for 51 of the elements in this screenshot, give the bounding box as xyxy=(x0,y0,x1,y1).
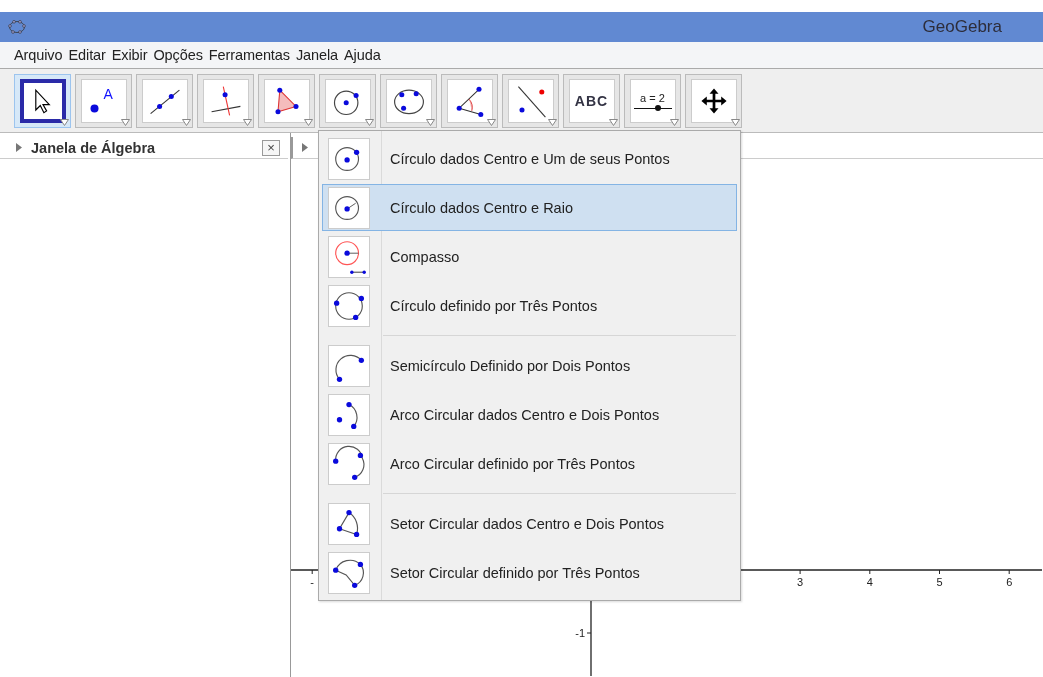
menu-item[interactable]: Editar xyxy=(68,47,106,63)
menu-item[interactable]: Semicírculo Definido por Dois Pontos xyxy=(322,342,737,389)
tool-button[interactable]: A xyxy=(75,73,132,128)
expand-icon[interactable] xyxy=(16,143,22,152)
axis-label: - xyxy=(310,576,315,588)
menu-item[interactable]: Janela xyxy=(295,47,339,63)
dropdown-triangle-icon xyxy=(60,118,69,126)
tool-button[interactable] xyxy=(685,73,742,128)
dropdown-triangle-icon xyxy=(487,118,496,126)
point-label: A xyxy=(103,85,113,102)
menu-item[interactable]: Arco Circular dados Centro e Dois Pontos xyxy=(322,391,737,438)
menu-item[interactable]: Setor Circular dados Centro e Dois Pontos xyxy=(322,500,737,547)
window-title: GeoGebra xyxy=(922,17,1003,37)
menu-item[interactable]: Setor Circular definido por Três Pontos xyxy=(322,549,737,596)
app-logo-icon xyxy=(8,20,26,34)
dropdown-triangle-icon xyxy=(548,118,557,126)
axis-label: 3 xyxy=(797,576,804,588)
menu-item[interactable]: Círculo definido por Três Pontos xyxy=(322,282,737,329)
tool-button[interactable] xyxy=(441,73,498,128)
dropdown-triangle-icon xyxy=(670,118,679,126)
menu-item[interactable]: Ferramentas xyxy=(208,47,290,63)
arc-icon xyxy=(330,444,368,483)
menu-item[interactable]: Círculo dados Centro e Um de seus Pontos xyxy=(322,135,737,182)
tool-button[interactable] xyxy=(14,73,71,128)
dropdown-triangle-icon xyxy=(731,118,740,126)
dropdown-triangle-icon xyxy=(426,118,435,126)
dropdown-triangle-icon xyxy=(121,118,130,126)
dropdown-triangle-icon xyxy=(609,118,618,126)
axis-label: 4 xyxy=(866,576,873,588)
tool-button[interactable] xyxy=(380,73,437,128)
panel-title: Janela de Álgebra xyxy=(31,139,157,156)
menu-item[interactable]: Arquivo xyxy=(14,47,63,63)
axis-label: -1 xyxy=(575,627,585,639)
axis-label: 6 xyxy=(1006,576,1013,588)
menu-item[interactable]: Círculo dados Centro e Raio xyxy=(322,184,737,231)
tool-button[interactable]: ABC xyxy=(563,73,620,128)
menu-item[interactable]: Arco Circular definido por Três Pontos xyxy=(322,440,737,487)
menu-item[interactable]: Exibir xyxy=(111,47,148,63)
close-button[interactable]: × xyxy=(262,139,280,156)
tool-button[interactable]: a = 2 xyxy=(624,73,681,128)
dropdown-triangle-icon xyxy=(365,118,374,126)
menu-item[interactable]: Opções xyxy=(153,47,203,63)
dropdown-triangle-icon xyxy=(304,118,313,126)
axis-label: 5 xyxy=(936,576,943,588)
dropdown-triangle-icon xyxy=(243,118,252,126)
tool-button[interactable] xyxy=(319,73,376,128)
point-icon xyxy=(89,103,99,113)
menu-item[interactable]: Ajuda xyxy=(344,47,381,63)
menu-item[interactable]: Compasso xyxy=(322,233,737,280)
expand-icon[interactable] xyxy=(302,143,308,152)
dropdown-triangle-icon xyxy=(182,118,191,126)
